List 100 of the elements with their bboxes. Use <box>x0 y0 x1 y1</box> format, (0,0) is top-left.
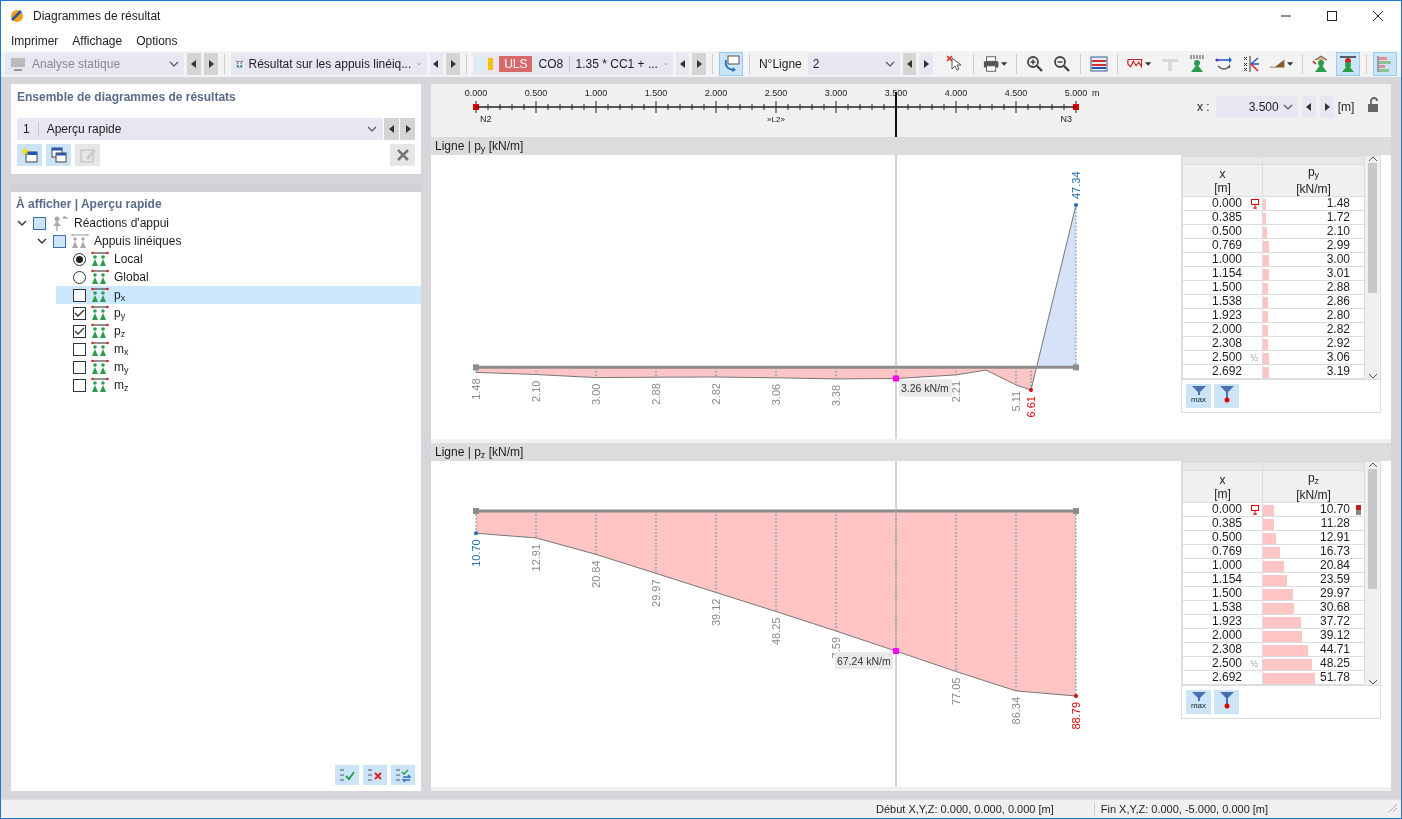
invert-selection-button[interactable] <box>391 765 415 785</box>
tree-label[interactable]: m$_{x}$ <box>114 341 129 357</box>
next-button[interactable] <box>692 53 707 75</box>
checkbox[interactable] <box>73 288 86 302</box>
uncheck-all-button[interactable] <box>363 765 387 785</box>
collapse-button[interactable] <box>16 219 28 227</box>
previous-button[interactable] <box>675 53 690 75</box>
table-cell: 48.25 <box>1319 657 1350 670</box>
menu-item[interactable]: Options <box>129 32 185 50</box>
table-cell: 2.308 <box>1182 642 1263 657</box>
filter-icon <box>1219 386 1234 403</box>
selected-tree-row[interactable]: p$_{x}$ <box>56 286 421 304</box>
table-cell: 1.500 <box>1182 586 1263 601</box>
value-label: 2.88 <box>650 383 662 405</box>
select-mode-button[interactable] <box>719 52 744 76</box>
ruler-unit: m <box>1092 88 1100 98</box>
filter-max-button[interactable]: max <box>1186 384 1211 408</box>
scrollbar[interactable] <box>1365 156 1380 379</box>
tree-label[interactable]: p$_{x}$ <box>114 287 126 303</box>
combination-formula: 1.35 * CC1 + ... <box>575 57 658 71</box>
position-field[interactable]: 3.500 <box>1215 95 1298 118</box>
table-cell: 2.692 <box>1182 364 1263 379</box>
filter-icon <box>1219 692 1234 709</box>
top-support-tool-button[interactable] <box>1336 52 1360 76</box>
check-all-button[interactable] <box>335 765 359 785</box>
previous-button[interactable] <box>429 53 444 75</box>
load-combination-dropdown[interactable]: ULS CO8 1.35 * CC1 + ... <box>472 53 673 75</box>
design-situation-tag: ULS <box>499 56 533 72</box>
tree-label[interactable]: m$_{y}$ <box>114 359 129 375</box>
next-button[interactable] <box>919 53 934 75</box>
table-cell: 1.923 <box>1182 308 1263 323</box>
filter-point-button[interactable] <box>1214 384 1239 408</box>
checkbox[interactable] <box>73 378 86 392</box>
next-button[interactable] <box>446 53 460 75</box>
next-button[interactable] <box>1319 95 1334 118</box>
previous-button[interactable] <box>384 118 399 140</box>
table-cell: 1.72 <box>1326 211 1350 224</box>
filter-point-button[interactable] <box>1214 690 1239 714</box>
checkbox[interactable] <box>73 324 86 338</box>
line-support-icon <box>91 251 109 267</box>
table-cell: 2.692 <box>1182 670 1263 685</box>
checkbox[interactable] <box>53 234 66 248</box>
tree-label[interactable]: p$_{z}$ <box>114 323 126 339</box>
copy-set-button[interactable] <box>46 144 71 166</box>
app-icon <box>9 8 25 24</box>
checkbox[interactable] <box>73 306 86 320</box>
line-support-icon <box>91 305 109 321</box>
radio-button[interactable] <box>73 252 86 266</box>
value-label: 48.25 <box>770 617 782 646</box>
printer-icon <box>982 55 999 73</box>
tree-label[interactable]: Global <box>114 270 149 284</box>
filter-max-button[interactable]: max <box>1186 690 1211 714</box>
position-label: x : <box>1197 99 1210 114</box>
value-label: 5.11 <box>1010 390 1022 412</box>
collapse-button[interactable] <box>36 237 48 245</box>
checkbox[interactable] <box>73 360 86 374</box>
diagram-title: Ligne | p$_{y}$ [kN/m] <box>431 137 1391 155</box>
next-button[interactable] <box>204 53 218 75</box>
checkbox[interactable] <box>33 216 46 230</box>
axes-icon <box>1241 55 1260 73</box>
checkbox[interactable] <box>73 342 86 356</box>
table-cell: 2.82 <box>1326 323 1350 336</box>
table-cell: 1.154 <box>1182 266 1263 281</box>
tree-label[interactable]: p$_{y}$ <box>114 305 126 321</box>
tree-label[interactable]: m$_{z}$ <box>114 377 129 393</box>
midpoint-mark: ½ <box>1250 658 1258 671</box>
swap-arrows-icon <box>1214 55 1233 73</box>
cursor-icon <box>945 55 964 73</box>
new-set-button[interactable] <box>17 144 42 166</box>
scrollbar[interactable] <box>1365 462 1380 685</box>
ruler-tick-label: 0.000 <box>464 88 488 98</box>
checkmark-icon <box>74 308 85 318</box>
line-number-dropdown[interactable]: 2 <box>807 53 900 75</box>
arrow-right-icon <box>404 125 411 133</box>
arrow-left-icon <box>679 60 686 68</box>
value-label: 2.82 <box>710 383 722 405</box>
menu-item[interactable]: Affichage <box>65 32 130 50</box>
menu-item[interactable]: Imprimer <box>4 32 66 50</box>
previous-button[interactable] <box>1301 95 1316 118</box>
previous-button[interactable] <box>902 53 917 75</box>
next-button[interactable] <box>400 118 415 140</box>
caret-icon <box>1286 62 1294 66</box>
chevron-down-icon <box>417 61 422 67</box>
line-support-icon <box>91 287 109 303</box>
value-label: 12.91 <box>530 543 542 572</box>
tree-label[interactable]: Local <box>114 252 143 266</box>
color-swatch <box>477 58 483 70</box>
arrow-left-icon <box>1305 102 1312 111</box>
table-cell: 2.99 <box>1326 239 1350 252</box>
radio-button[interactable] <box>73 270 86 284</box>
scroll-down-icon <box>1368 374 1377 379</box>
result-type-dropdown[interactable]: Résultat sur les appuis linéiq... <box>230 53 427 75</box>
delete-button[interactable] <box>390 144 415 166</box>
diagram-set-dropdown[interactable]: 1 Aperçu rapide <box>17 118 383 140</box>
previous-button[interactable] <box>187 53 202 75</box>
support-marker-icon <box>1251 505 1259 515</box>
line-support-icon <box>91 323 109 339</box>
check-all-icon <box>339 767 355 783</box>
tree-label: Réactions d'appui <box>74 216 170 230</box>
column-header: p$_{z}$ [kN/m] <box>1262 470 1365 503</box>
